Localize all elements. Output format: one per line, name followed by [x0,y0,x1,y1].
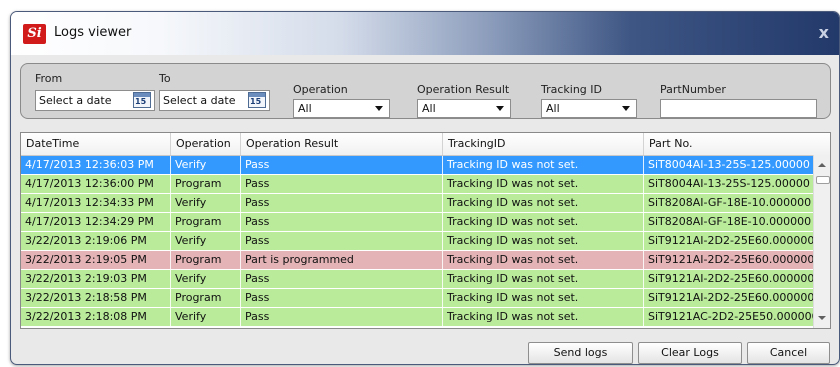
cell-operation: Verify [171,194,241,212]
cell-part-no: SiT9121AC-2D2-25E50.000000 [648,310,813,323]
vertical-scrollbar[interactable] [813,155,830,328]
calendar-icon[interactable]: 15 [248,92,266,108]
scroll-up-arrow-icon[interactable] [818,163,826,167]
cell-part-no: SiT9121AI-2D2-25E60.000000 [648,291,813,304]
table-row[interactable]: 3/22/2013 2:18:08 PM Verify Pass Trackin… [21,308,813,327]
send-logs-button[interactable]: Send logs [528,342,633,364]
operation-value: All [298,102,312,115]
cell-datetime: 4/17/2013 12:36:00 PM [21,175,171,193]
clear-logs-button[interactable]: Clear Logs [638,342,742,364]
from-date-picker[interactable]: Select a date 15 [35,90,155,111]
table-row[interactable]: 3/22/2013 2:19:06 PM Verify Pass Trackin… [21,232,813,251]
to-date-text: Select a date [163,94,236,107]
part-number-label: PartNumber [660,83,726,96]
cell-part-no: SiT8004AI-13-25S-125.00000 [648,177,810,190]
cell-tracking-id: Tracking ID was not set. [443,156,644,174]
chevron-down-icon [375,106,383,111]
scrollbar-thumb[interactable] [816,176,830,184]
cell-operation-result: Pass [241,308,443,326]
cell-tracking-id: Tracking ID was not set. [443,232,644,250]
cell-tracking-id: Tracking ID was not set. [443,213,644,231]
cell-operation: Verify [171,308,241,326]
cell-datetime: 4/17/2013 12:34:33 PM [21,194,171,212]
cell-operation-result: Pass [241,156,443,174]
cancel-button[interactable]: Cancel [747,342,830,364]
filter-panel: From Select a date 15 To Select a date 1… [20,63,831,119]
cell-operation-result: Pass [241,194,443,212]
cell-datetime: 4/17/2013 12:36:03 PM [21,156,171,174]
cell-operation-result: Pass [241,270,443,288]
cell-tracking-id: Tracking ID was not set. [443,194,644,212]
table-row[interactable]: 3/22/2013 2:18:58 PM Program Pass Tracki… [21,289,813,308]
cell-operation-result: Part is programmed [241,251,443,269]
app-logo-icon: Si [23,24,46,44]
cell-part-no: SiT8208AI-GF-18E-10.000000 [648,196,812,209]
cell-part-no: SiT8004AI-13-25S-125.00000 [648,158,810,171]
cell-operation: Program [171,213,241,231]
table-row[interactable]: 4/17/2013 12:36:03 PM Verify Pass Tracki… [21,156,813,175]
cell-datetime: 3/22/2013 2:19:06 PM [21,232,171,250]
cell-operation-result: Pass [241,289,443,307]
from-label: From [35,72,63,85]
scroll-down-arrow-icon[interactable] [818,316,826,320]
table-header: DateTime Operation Operation Result Trac… [21,133,830,156]
cell-operation: Verify [171,156,241,174]
table-row[interactable]: 4/17/2013 12:34:33 PM Verify Pass Tracki… [21,194,813,213]
chevron-down-icon [622,106,630,111]
operation-select[interactable]: All [293,99,390,118]
cell-datetime: 3/22/2013 2:19:03 PM [21,270,171,288]
table-row[interactable]: 3/22/2013 2:19:05 PM Program Part is pro… [21,251,813,270]
table-row[interactable]: 3/22/2013 2:19:03 PM Verify Pass Trackin… [21,270,813,289]
cell-operation-result: Pass [241,175,443,193]
part-number-input[interactable] [660,99,817,118]
column-header-trackingid[interactable]: TrackingID [443,133,644,155]
cell-datetime: 3/22/2013 2:19:05 PM [21,251,171,269]
cell-operation: Program [171,289,241,307]
tracking-id-select[interactable]: All [541,99,637,118]
column-header-operation-result[interactable]: Operation Result [241,133,443,155]
cell-datetime: 4/17/2013 12:34:29 PM [21,213,171,231]
cell-tracking-id: Tracking ID was not set. [443,308,644,326]
column-header-datetime[interactable]: DateTime [21,133,171,155]
cell-operation: Program [171,251,241,269]
cell-tracking-id: Tracking ID was not set. [443,175,644,193]
logs-table: DateTime Operation Operation Result Trac… [20,132,831,329]
operation-label: Operation [293,83,348,96]
to-label: To [159,72,171,85]
to-date-picker[interactable]: Select a date 15 [159,90,270,111]
from-date-text: Select a date [39,94,112,107]
cell-part-no: SiT9121AI-2D2-25E60.000000 [648,234,813,247]
table-row[interactable]: 4/17/2013 12:36:00 PM Program Pass Track… [21,175,813,194]
cell-operation: Program [171,175,241,193]
cell-operation: Verify [171,232,241,250]
cell-tracking-id: Tracking ID was not set. [443,289,644,307]
logs-viewer-window: Si Logs viewer x From Select a date 15 T… [10,11,840,365]
cell-part-no: SiT9121AI-2D2-25E60.000000 [648,272,813,285]
table-row[interactable]: 4/17/2013 12:34:29 PM Program Pass Track… [21,213,813,232]
cell-operation-result: Pass [241,213,443,231]
tracking-id-label: Tracking ID [541,83,603,96]
column-header-operation[interactable]: Operation [171,133,241,155]
column-header-part-no[interactable]: Part No. [644,133,830,155]
calendar-icon[interactable]: 15 [133,92,151,108]
cell-tracking-id: Tracking ID was not set. [443,270,644,288]
title-bar[interactable]: Si Logs viewer x [11,12,839,55]
cell-part-no: SiT8208AI-GF-18E-10.000000 [648,215,812,228]
cell-operation: Verify [171,270,241,288]
operation-result-select[interactable]: All [417,99,511,118]
cell-datetime: 3/22/2013 2:18:58 PM [21,289,171,307]
close-icon[interactable]: x [819,23,829,42]
chevron-down-icon [496,106,504,111]
window-title: Logs viewer [54,25,132,40]
cell-datetime: 3/22/2013 2:18:08 PM [21,308,171,326]
cell-part-no: SiT9121AI-2D2-25E60.000000 [648,253,813,266]
operation-result-label: Operation Result [417,83,510,96]
cell-operation-result: Pass [241,232,443,250]
tracking-id-value: All [546,102,560,115]
operation-result-value: All [422,102,436,115]
cell-tracking-id: Tracking ID was not set. [443,251,644,269]
